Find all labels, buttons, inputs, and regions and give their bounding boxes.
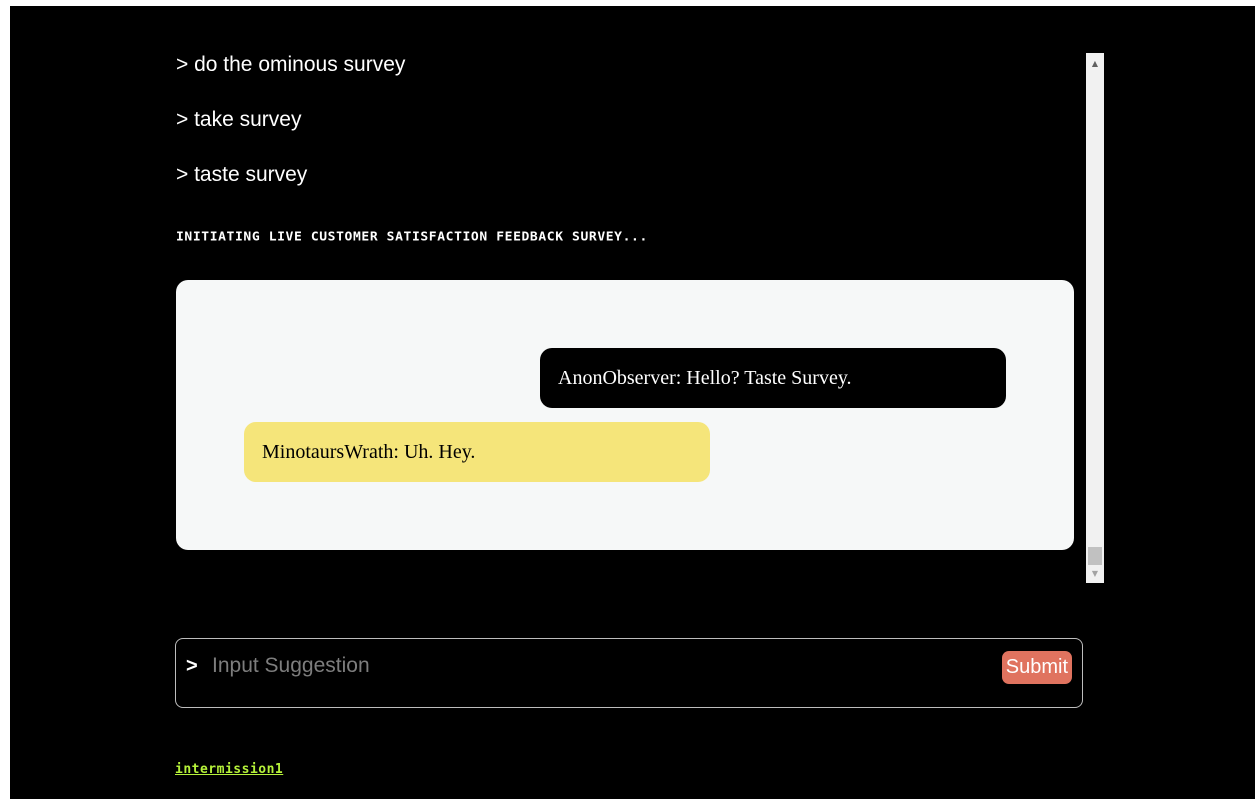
game-screen: > do the ominous survey > take survey > …	[10, 6, 1255, 799]
chat-bubble-anonobserver: AnonObserver: Hello? Taste Survey.	[540, 348, 1006, 408]
chat-panel: AnonObserver: Hello? Taste Survey. Minot…	[176, 280, 1074, 550]
log-command: > take survey	[176, 108, 302, 131]
chat-bubble-minotaurswrath: MinotaursWrath: Uh. Hey.	[244, 422, 710, 482]
suggestion-form: > Submit	[175, 638, 1083, 708]
scroll-up-icon[interactable]: ▲	[1086, 55, 1104, 71]
log-scrollbar[interactable]: ▲ ▼	[1086, 53, 1104, 583]
log-command: > do the ominous survey	[176, 53, 406, 76]
prompt-caret: >	[186, 655, 198, 677]
scrollbar-thumb[interactable]	[1088, 547, 1102, 565]
submit-button[interactable]: Submit	[1001, 651, 1072, 684]
suggestion-input[interactable]	[212, 651, 972, 681]
intermission-link[interactable]: intermission1	[175, 762, 283, 777]
log-command: > taste survey	[176, 163, 308, 186]
story-log: > do the ominous survey > take survey > …	[176, 50, 1086, 585]
system-message: INITIATING Live customer satisfaction fe…	[176, 230, 648, 245]
scroll-down-icon[interactable]: ▼	[1086, 565, 1104, 581]
